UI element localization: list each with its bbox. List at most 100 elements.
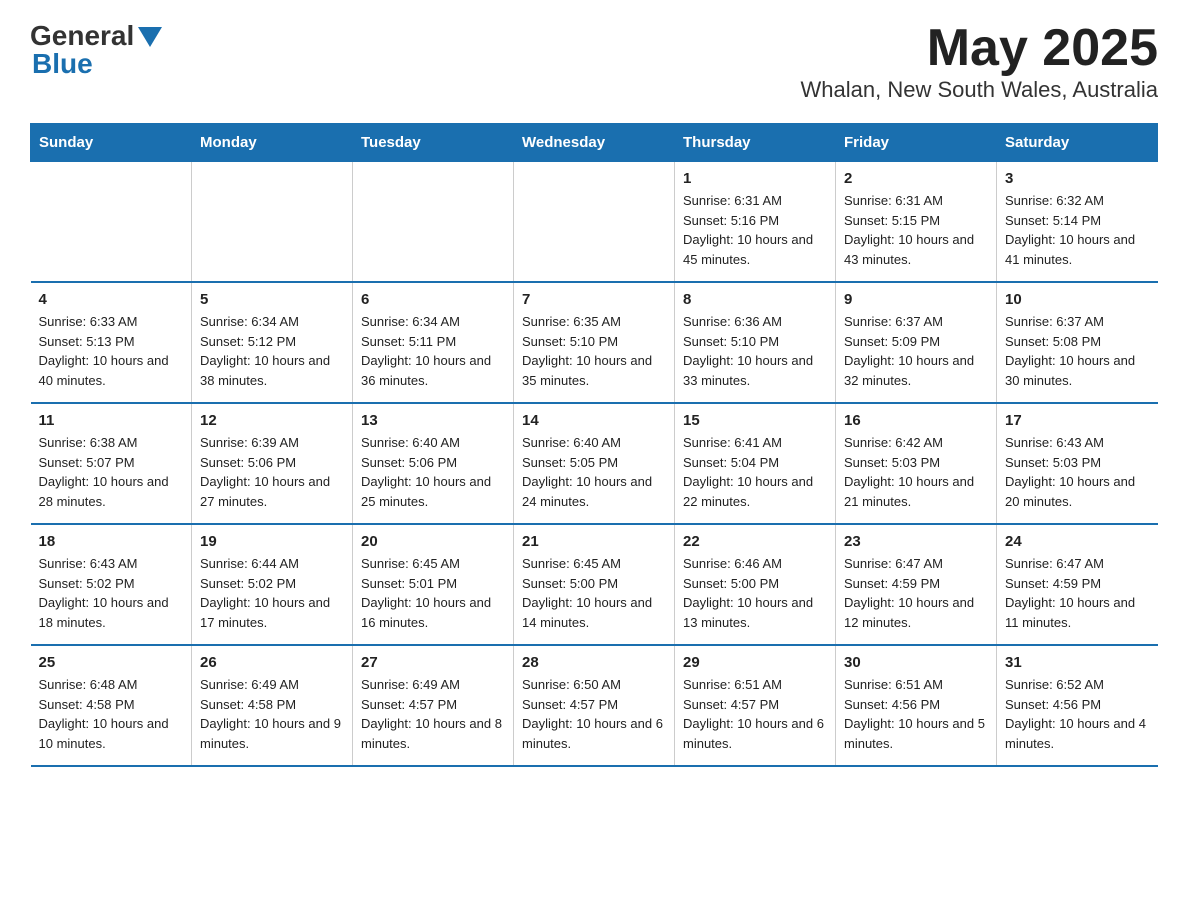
calendar-cell: 5 Sunrise: 6:34 AM Sunset: 5:12 PM Daylig… — [192, 282, 353, 403]
day-info: Sunrise: 6:40 AM Sunset: 5:05 PM Dayligh… — [522, 433, 666, 511]
calendar-cell: 1 Sunrise: 6:31 AM Sunset: 5:16 PM Daylig… — [675, 162, 836, 283]
day-number: 4 — [39, 291, 184, 308]
day-number: 30 — [844, 654, 988, 671]
logo: General Blue — [30, 20, 162, 80]
calendar-week-row: 25Sunrise: 6:48 AM Sunset: 4:58 PM Dayli… — [31, 645, 1158, 766]
day-number: 19 — [200, 533, 344, 550]
calendar-table: SundayMondayTuesdayWednesdayThursdayFrid… — [30, 123, 1158, 767]
calendar-header-row: SundayMondayTuesdayWednesdayThursdayFrid… — [31, 124, 1158, 162]
day-info: Sunrise: 6:40 AM Sunset: 5:06 PM Dayligh… — [361, 433, 505, 511]
calendar-cell — [31, 162, 192, 283]
calendar-cell: 13 Sunrise: 6:40 AM Sunset: 5:06 PM Dayli… — [353, 403, 514, 524]
day-number: 20 — [361, 533, 505, 550]
header-friday: Friday — [836, 124, 997, 162]
day-info: Sunrise: 6:47 AM Sunset: 4:59 PM Dayligh… — [844, 554, 988, 632]
calendar-cell: 14 Sunrise: 6:40 AM Sunset: 5:05 PM Dayli… — [514, 403, 675, 524]
header-tuesday: Tuesday — [353, 124, 514, 162]
day-number: 21 — [522, 533, 666, 550]
page-header: General Blue May 2025 Whalan, New South … — [30, 20, 1158, 103]
calendar-cell: 28Sunrise: 6:50 AM Sunset: 4:57 PM Dayli… — [514, 645, 675, 766]
day-info: Sunrise: 6:37 AM Sunset: 5:08 PM Dayligh… — [1005, 312, 1150, 390]
calendar-cell — [514, 162, 675, 283]
day-info: Sunrise: 6:51 AM Sunset: 4:56 PM Dayligh… — [844, 675, 988, 753]
calendar-cell: 16 Sunrise: 6:42 AM Sunset: 5:03 PM Dayli… — [836, 403, 997, 524]
header-monday: Monday — [192, 124, 353, 162]
calendar-cell: 11Sunrise: 6:38 AM Sunset: 5:07 PM Dayli… — [31, 403, 192, 524]
calendar-cell: 30 Sunrise: 6:51 AM Sunset: 4:56 PM Dayli… — [836, 645, 997, 766]
day-number: 12 — [200, 412, 344, 429]
day-number: 6 — [361, 291, 505, 308]
calendar-cell: 18 Sunrise: 6:43 AM Sunset: 5:02 PM Dayli… — [31, 524, 192, 645]
day-info: Sunrise: 6:41 AM Sunset: 5:04 PM Dayligh… — [683, 433, 827, 511]
calendar-cell: 10 Sunrise: 6:37 AM Sunset: 5:08 PM Dayli… — [997, 282, 1158, 403]
day-info: Sunrise: 6:42 AM Sunset: 5:03 PM Dayligh… — [844, 433, 988, 511]
day-number: 27 — [361, 654, 505, 671]
day-info: Sunrise: 6:37 AM Sunset: 5:09 PM Dayligh… — [844, 312, 988, 390]
day-number: 29 — [683, 654, 827, 671]
calendar-cell: 3Sunrise: 6:32 AM Sunset: 5:14 PM Daylig… — [997, 162, 1158, 283]
day-number: 18 — [39, 533, 184, 550]
calendar-cell: 27 Sunrise: 6:49 AM Sunset: 4:57 PM Dayli… — [353, 645, 514, 766]
day-number: 1 — [683, 170, 827, 187]
calendar-cell: 19 Sunrise: 6:44 AM Sunset: 5:02 PM Dayli… — [192, 524, 353, 645]
day-number: 16 — [844, 412, 988, 429]
calendar-cell: 21 Sunrise: 6:45 AM Sunset: 5:00 PM Dayli… — [514, 524, 675, 645]
day-number: 10 — [1005, 291, 1150, 308]
day-info: Sunrise: 6:45 AM Sunset: 5:00 PM Dayligh… — [522, 554, 666, 632]
header-wednesday: Wednesday — [514, 124, 675, 162]
calendar-subtitle: Whalan, New South Wales, Australia — [801, 77, 1158, 103]
day-number: 9 — [844, 291, 988, 308]
day-number: 22 — [683, 533, 827, 550]
day-info: Sunrise: 6:49 AM Sunset: 4:57 PM Dayligh… — [361, 675, 505, 753]
day-number: 15 — [683, 412, 827, 429]
day-number: 5 — [200, 291, 344, 308]
day-info: Sunrise: 6:34 AM Sunset: 5:12 PM Dayligh… — [200, 312, 344, 390]
calendar-cell: 29Sunrise: 6:51 AM Sunset: 4:57 PM Dayli… — [675, 645, 836, 766]
day-number: 11 — [39, 412, 184, 429]
day-info: Sunrise: 6:45 AM Sunset: 5:01 PM Dayligh… — [361, 554, 505, 632]
calendar-cell: 15 Sunrise: 6:41 AM Sunset: 5:04 PM Dayli… — [675, 403, 836, 524]
day-info: Sunrise: 6:33 AM Sunset: 5:13 PM Dayligh… — [39, 312, 184, 390]
calendar-week-row: 18 Sunrise: 6:43 AM Sunset: 5:02 PM Dayli… — [31, 524, 1158, 645]
day-number: 13 — [361, 412, 505, 429]
day-number: 26 — [200, 654, 344, 671]
day-number: 24 — [1005, 533, 1150, 550]
calendar-week-row: 1 Sunrise: 6:31 AM Sunset: 5:16 PM Daylig… — [31, 162, 1158, 283]
calendar-cell: 12 Sunrise: 6:39 AM Sunset: 5:06 PM Dayli… — [192, 403, 353, 524]
day-info: Sunrise: 6:52 AM Sunset: 4:56 PM Dayligh… — [1005, 675, 1150, 753]
header-saturday: Saturday — [997, 124, 1158, 162]
day-info: Sunrise: 6:49 AM Sunset: 4:58 PM Dayligh… — [200, 675, 344, 753]
header-thursday: Thursday — [675, 124, 836, 162]
day-number: 31 — [1005, 654, 1150, 671]
calendar-cell: 6Sunrise: 6:34 AM Sunset: 5:11 PM Daylig… — [353, 282, 514, 403]
day-number: 8 — [683, 291, 827, 308]
calendar-cell: 22 Sunrise: 6:46 AM Sunset: 5:00 PM Dayli… — [675, 524, 836, 645]
day-info: Sunrise: 6:46 AM Sunset: 5:00 PM Dayligh… — [683, 554, 827, 632]
day-number: 7 — [522, 291, 666, 308]
calendar-cell: 4 Sunrise: 6:33 AM Sunset: 5:13 PM Daylig… — [31, 282, 192, 403]
title-block: May 2025 Whalan, New South Wales, Austra… — [801, 20, 1158, 103]
day-number: 14 — [522, 412, 666, 429]
day-number: 23 — [844, 533, 988, 550]
day-info: Sunrise: 6:43 AM Sunset: 5:03 PM Dayligh… — [1005, 433, 1150, 511]
calendar-cell — [192, 162, 353, 283]
calendar-title: May 2025 — [801, 20, 1158, 77]
calendar-cell: 26 Sunrise: 6:49 AM Sunset: 4:58 PM Dayli… — [192, 645, 353, 766]
logo-blue: Blue — [32, 48, 93, 80]
day-info: Sunrise: 6:31 AM Sunset: 5:16 PM Dayligh… — [683, 191, 827, 269]
calendar-week-row: 11Sunrise: 6:38 AM Sunset: 5:07 PM Dayli… — [31, 403, 1158, 524]
day-number: 17 — [1005, 412, 1150, 429]
calendar-cell: 2 Sunrise: 6:31 AM Sunset: 5:15 PM Daylig… — [836, 162, 997, 283]
calendar-cell: 25Sunrise: 6:48 AM Sunset: 4:58 PM Dayli… — [31, 645, 192, 766]
day-info: Sunrise: 6:43 AM Sunset: 5:02 PM Dayligh… — [39, 554, 184, 632]
calendar-cell: 31 Sunrise: 6:52 AM Sunset: 4:56 PM Dayli… — [997, 645, 1158, 766]
day-info: Sunrise: 6:44 AM Sunset: 5:02 PM Dayligh… — [200, 554, 344, 632]
day-info: Sunrise: 6:32 AM Sunset: 5:14 PM Dayligh… — [1005, 191, 1150, 269]
day-number: 2 — [844, 170, 988, 187]
calendar-cell: 17 Sunrise: 6:43 AM Sunset: 5:03 PM Dayli… — [997, 403, 1158, 524]
day-info: Sunrise: 6:31 AM Sunset: 5:15 PM Dayligh… — [844, 191, 988, 269]
day-info: Sunrise: 6:39 AM Sunset: 5:06 PM Dayligh… — [200, 433, 344, 511]
day-info: Sunrise: 6:50 AM Sunset: 4:57 PM Dayligh… — [522, 675, 666, 753]
calendar-cell: 8Sunrise: 6:36 AM Sunset: 5:10 PM Daylig… — [675, 282, 836, 403]
calendar-cell — [353, 162, 514, 283]
